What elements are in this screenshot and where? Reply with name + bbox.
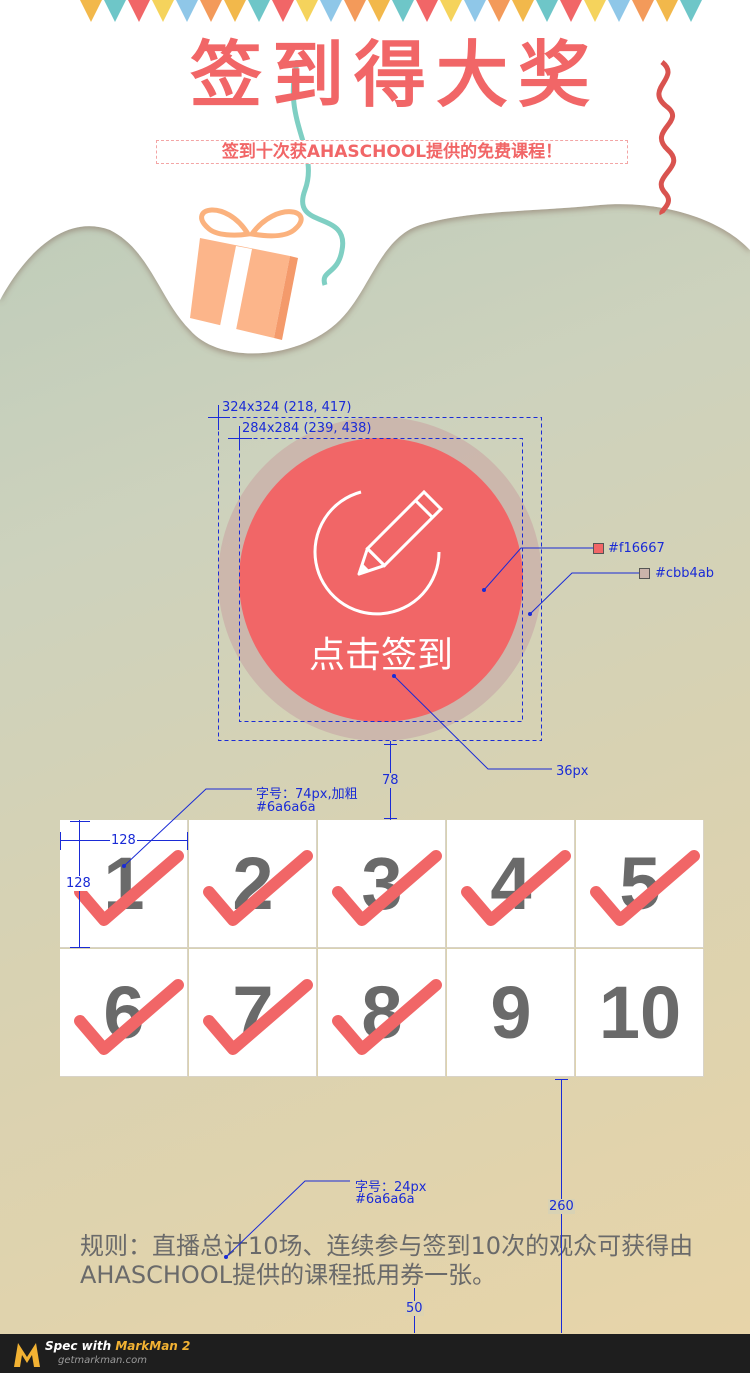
spec-cell-width: 128 [110,833,137,848]
spec-inner-color: #f16667 [608,541,665,556]
spec-inner-size: 284x284 (239, 438) [242,421,372,436]
spec-outer-color: #cbb4ab [655,566,715,581]
spec-cell-height: 128 [65,876,92,891]
markman-footer: Spec with MarkMan 2 getmarkman.com [0,1334,750,1373]
spec-rules-color: #6a6a6a [355,1192,415,1207]
spec-overlay [60,405,650,1333]
spec-outer-size: 324x324 (218, 417) [222,400,352,415]
signin-page: 签到得大奖 签到十次获AHASCHOOL提供的免费课程！ 点击签到 123456… [0,0,750,1373]
markman-logo-icon [14,1343,40,1367]
spec-gap-260: 260 [548,1199,575,1214]
spec-gap-78: 78 [381,773,400,788]
spec-num-color: #6a6a6a [256,800,316,815]
footer-brand-name: MarkMan 2 [115,1339,191,1353]
footer-brand-prefix: Spec with [45,1339,112,1353]
footer-url[interactable]: getmarkman.com [58,1355,147,1366]
spec-button-font: 36px [556,764,589,779]
spec-gap-50: 50 [405,1301,424,1316]
